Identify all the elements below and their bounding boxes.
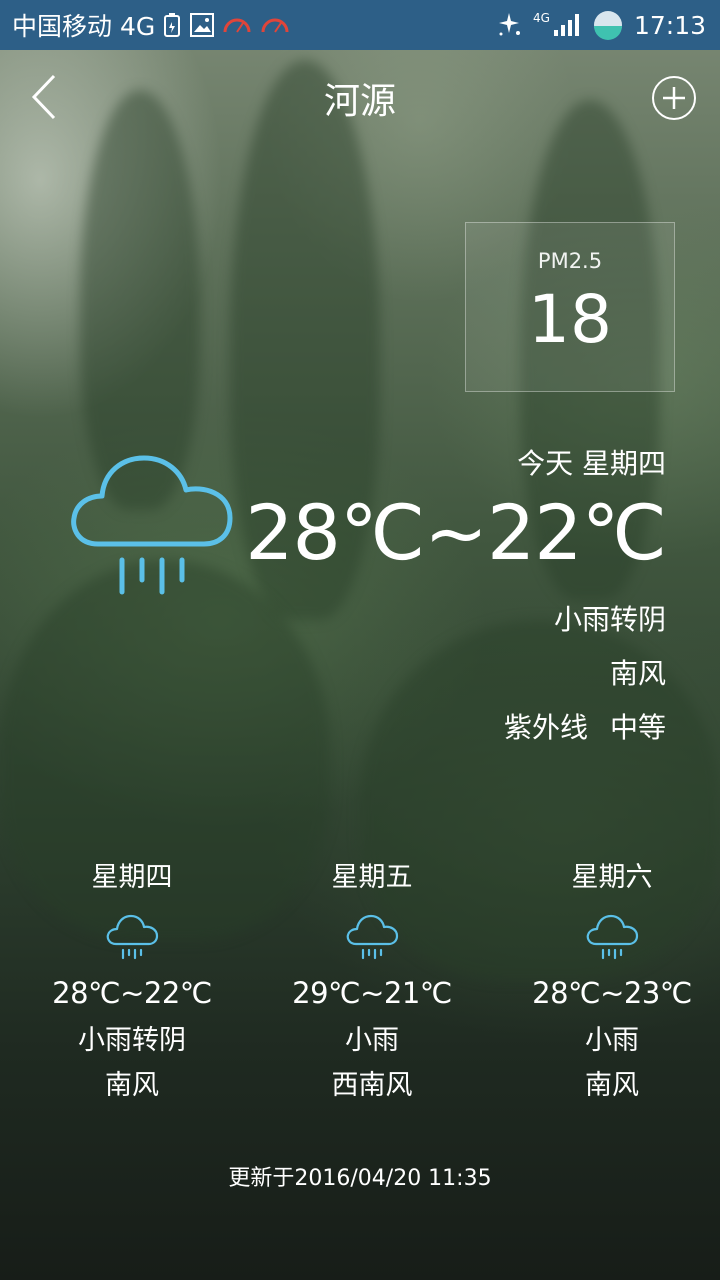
today-condition: 小雨转阴: [553, 603, 666, 636]
rain-cloud-icon: [70, 432, 236, 598]
last-updated: 更新于2016/04/20 11:35: [228, 1166, 492, 1191]
pm25-value: 18: [528, 281, 612, 358]
add-city-button[interactable]: [650, 74, 698, 122]
forecast-wind: 南风: [105, 1070, 159, 1101]
uv-value: 中等: [609, 711, 666, 744]
rain-cloud-icon: [346, 914, 399, 960]
battery-saver-icon: [161, 12, 183, 38]
forecast-day: 星期六: [571, 862, 653, 893]
signal-strength-icon: 4G: [533, 11, 582, 38]
battery-orb-icon: [592, 9, 624, 41]
forecast-item[interactable]: 星期五 29℃~21℃ 小雨 西南风: [252, 855, 492, 1102]
forecast-condition: 小雨: [585, 1025, 639, 1056]
forecast-wind: 西南风: [331, 1070, 413, 1101]
network-type-label: 4G: [533, 11, 550, 25]
rain-cloud-icon: [106, 914, 159, 960]
forecast-condition: 小雨: [345, 1025, 399, 1056]
forecast-condition: 小雨转阴: [78, 1025, 186, 1056]
rain-cloud-icon: [586, 914, 639, 960]
forecast-day: 星期四: [91, 862, 173, 893]
forecast-temperature: 28℃~22℃: [52, 976, 212, 1010]
forecast-wind: 南风: [585, 1070, 639, 1101]
gallery-icon: [189, 12, 215, 38]
speed-meter-icon: [259, 12, 291, 38]
forecast-day: 星期五: [331, 862, 413, 893]
today-day-label: 今天 星期四: [517, 447, 666, 480]
sparkle-icon: [495, 11, 523, 39]
clock: 17:13: [633, 10, 706, 40]
pm25-card[interactable]: PM2.5 18: [465, 222, 675, 392]
uv-label: 紫外线: [503, 711, 588, 744]
forecast-item[interactable]: 星期六 28℃~23℃ 小雨 南风: [492, 855, 720, 1102]
forecast-item[interactable]: 星期四 28℃~22℃ 小雨转阴 南风: [12, 855, 252, 1102]
today-temperature: 28℃~22℃: [245, 488, 667, 577]
plus-circle-icon: [652, 76, 696, 120]
forecast-temperature: 28℃~23℃: [532, 976, 692, 1010]
today-uv: 紫外线 中等: [504, 706, 666, 746]
today-wind: 南风: [609, 657, 666, 690]
carrier-label: 中国移动 4G: [12, 12, 156, 41]
header: 河源: [0, 50, 720, 145]
status-bar: 中国移动 4G 4G 17:13: [0, 0, 720, 50]
city-title: 河源: [323, 81, 396, 122]
speed-meter-icon: [221, 12, 253, 38]
forecast-temperature: 29℃~21℃: [292, 976, 452, 1010]
pm25-label: PM2.5: [537, 249, 603, 273]
